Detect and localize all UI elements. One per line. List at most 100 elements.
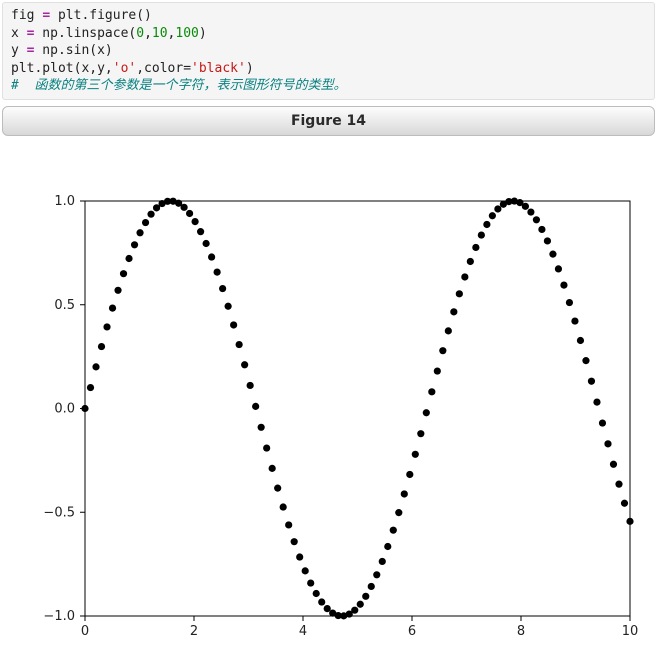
y-tick-label: −0.5: [43, 505, 75, 520]
code-text: plt.figure(): [50, 8, 152, 23]
string: 'black': [191, 61, 246, 76]
data-point: [120, 270, 127, 277]
chart-svg: 0246810−1.0−0.50.00.51.0: [0, 136, 657, 646]
data-point: [379, 558, 386, 565]
data-point: [318, 598, 325, 605]
data-point: [544, 237, 551, 244]
data-point: [461, 273, 468, 280]
axes-box: [85, 201, 630, 616]
code-text: np.sin(x): [34, 43, 112, 58]
x-tick-label: 4: [299, 624, 307, 639]
data-point: [522, 202, 529, 209]
data-point: [582, 357, 589, 364]
data-point: [125, 255, 132, 262]
data-point: [588, 377, 595, 384]
data-point: [214, 268, 221, 275]
data-point: [456, 290, 463, 297]
data-point: [269, 465, 276, 472]
data-point: [577, 337, 584, 344]
code-text: fig: [11, 8, 42, 23]
data-point: [401, 490, 408, 497]
data-point: [390, 526, 397, 533]
data-point: [247, 382, 254, 389]
data-point: [142, 219, 149, 226]
comma: ,: [144, 26, 152, 41]
data-point: [368, 583, 375, 590]
data-point: [302, 567, 309, 574]
data-point: [258, 423, 265, 430]
data-point: [180, 203, 187, 210]
data-point: [87, 384, 94, 391]
data-point: [538, 226, 545, 233]
x-tick-label: 6: [408, 624, 416, 639]
data-point: [203, 240, 210, 247]
data-point: [307, 579, 314, 586]
data-point: [450, 308, 457, 315]
data-point: [478, 231, 485, 238]
data-point: [197, 228, 204, 235]
data-point: [494, 205, 501, 212]
data-point: [406, 471, 413, 478]
code-cell: fig = plt.figure() x = np.linspace(0,10,…: [2, 2, 655, 100]
data-point: [533, 216, 540, 223]
data-point: [428, 388, 435, 395]
data-point: [263, 444, 270, 451]
y-tick-label: −1.0: [43, 609, 75, 624]
data-point: [483, 221, 490, 228]
code-text: ): [246, 61, 254, 76]
data-point: [571, 317, 578, 324]
data-point: [549, 250, 556, 257]
data-point: [313, 590, 320, 597]
data-point: [362, 592, 369, 599]
code-text: ,color=: [136, 61, 191, 76]
data-point: [610, 460, 617, 467]
code-text: np.linspace(: [34, 26, 136, 41]
data-point: [626, 518, 633, 525]
data-point: [593, 398, 600, 405]
x-tick-label: 10: [622, 624, 639, 639]
data-point: [92, 363, 99, 370]
data-point: [351, 606, 358, 613]
data-point: [604, 440, 611, 447]
code-text: ): [199, 26, 207, 41]
data-point: [445, 327, 452, 334]
data-point: [291, 538, 298, 545]
data-point: [423, 409, 430, 416]
number: 0: [136, 26, 144, 41]
data-point: [103, 323, 110, 330]
data-point: [434, 367, 441, 374]
data-point: [357, 600, 364, 607]
code-text: x: [11, 26, 27, 41]
x-tick-label: 0: [81, 624, 89, 639]
code-text: plt.plot(x,y,: [11, 61, 113, 76]
plot-area: 0246810−1.0−0.50.00.51.0: [0, 136, 657, 646]
data-point: [560, 281, 567, 288]
data-point: [186, 210, 193, 217]
data-point: [192, 218, 199, 225]
data-point: [615, 480, 622, 487]
y-tick-label: 0.5: [54, 297, 75, 312]
data-point: [412, 450, 419, 457]
data-point: [566, 299, 573, 306]
data-point: [109, 304, 116, 311]
data-point: [236, 341, 243, 348]
operator: =: [42, 8, 50, 23]
comment: # 函数的第三个参数是一个字符，表示图形符号的类型。: [11, 78, 346, 93]
data-point: [439, 347, 446, 354]
data-point: [280, 503, 287, 510]
number: 10: [152, 26, 168, 41]
data-point: [373, 571, 380, 578]
data-point: [472, 244, 479, 251]
data-point: [136, 229, 143, 236]
figure-titlebar: Figure 14: [2, 106, 655, 136]
data-point: [599, 419, 606, 426]
y-tick-label: 0.0: [54, 401, 75, 416]
data-point: [98, 343, 105, 350]
data-point: [219, 285, 226, 292]
string: 'o': [113, 61, 136, 76]
data-point: [114, 286, 121, 293]
data-point: [147, 210, 154, 217]
data-point: [225, 302, 232, 309]
data-point: [621, 499, 628, 506]
data-point: [285, 521, 292, 528]
